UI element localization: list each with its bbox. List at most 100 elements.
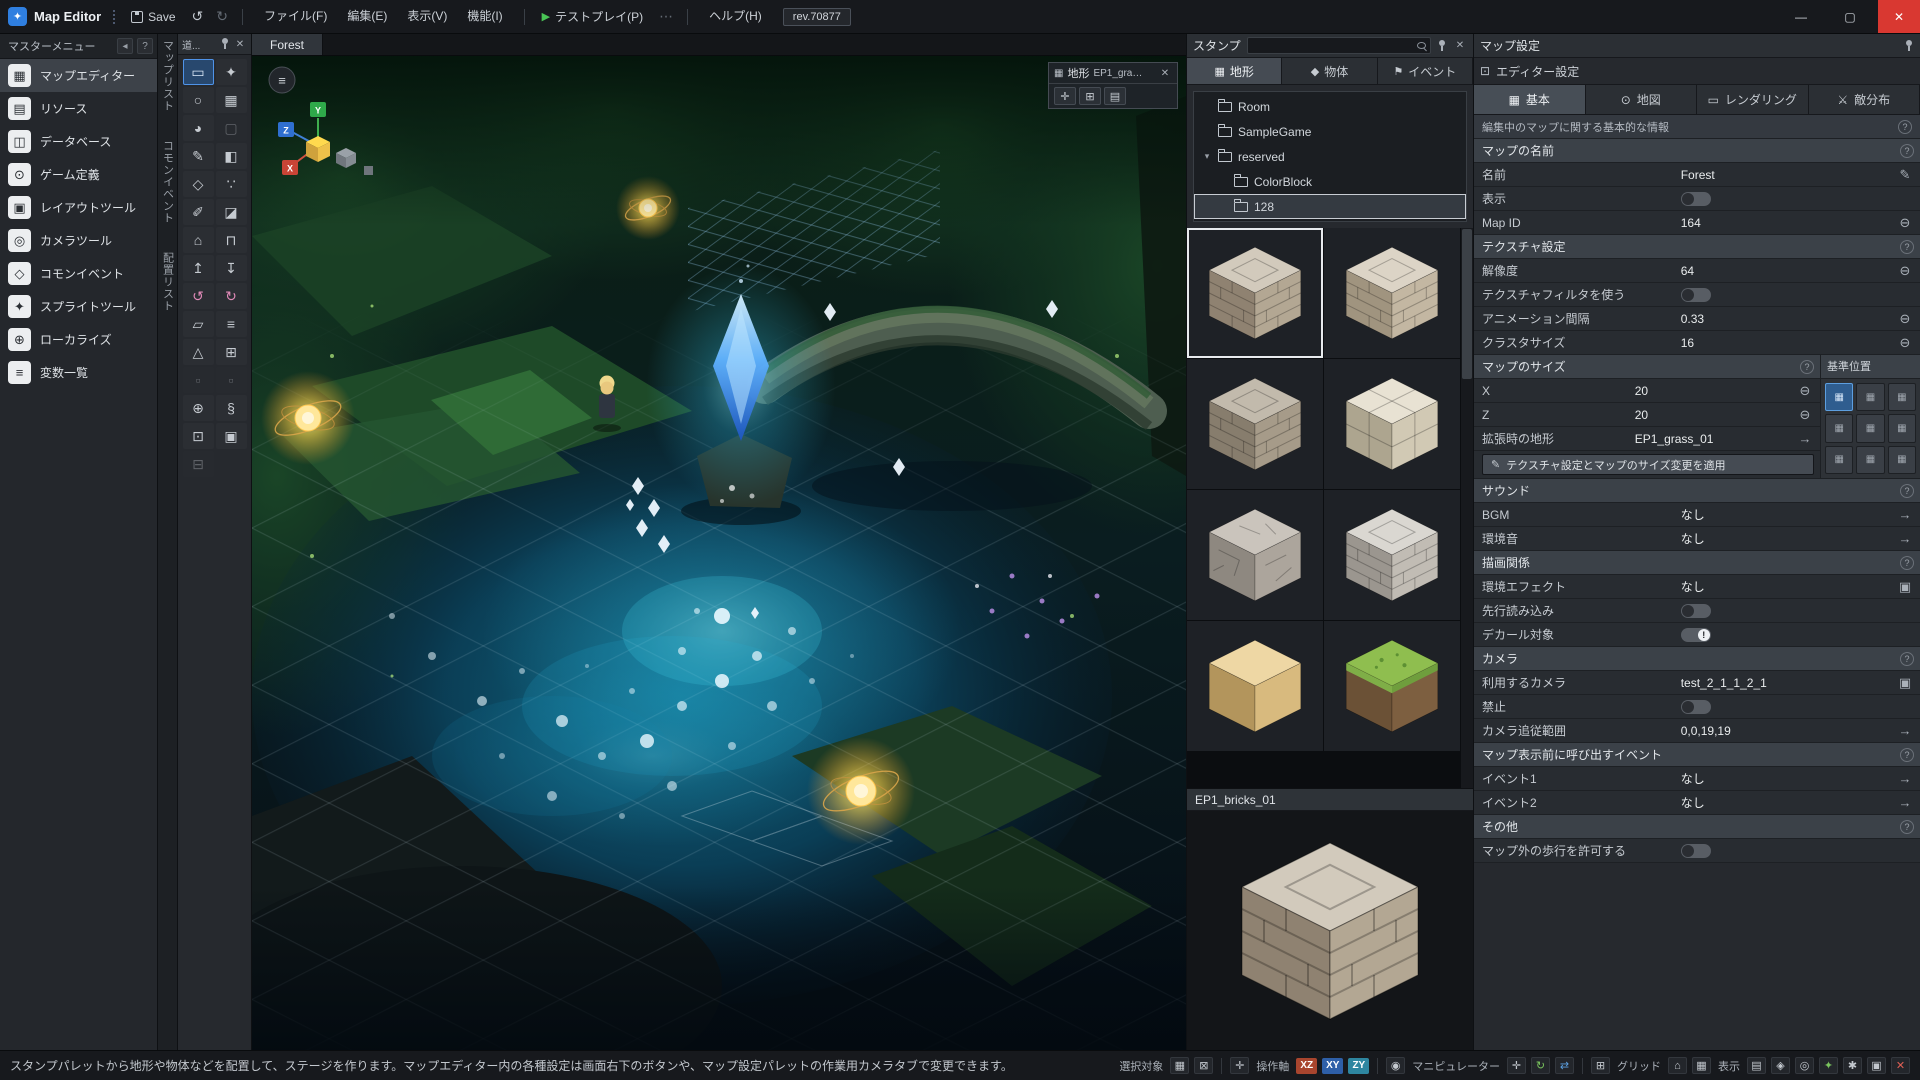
display-mode-icon[interactable]: ▤ xyxy=(1747,1057,1766,1074)
close-button[interactable]: ✕ xyxy=(1878,0,1920,33)
effects-icon[interactable]: ✦ xyxy=(1819,1057,1838,1074)
stamp-tab-event[interactable]: ⚑イベント xyxy=(1378,58,1473,84)
tree-node-reserved[interactable]: ▾reserved xyxy=(1194,144,1466,169)
help-button[interactable]: ? xyxy=(137,38,153,54)
sidebar-item-sprite-tool[interactable]: ✦スプライトツール xyxy=(0,290,157,323)
sidebar-item-game-define[interactable]: ⊙ゲーム定義 xyxy=(0,158,157,191)
stamp-item-tiles[interactable] xyxy=(1324,359,1460,489)
pin-icon[interactable] xyxy=(1437,40,1447,52)
settings-tab-basic[interactable]: ▦基本 xyxy=(1474,85,1586,114)
trail-stepper-icon[interactable]: ⊖ xyxy=(1896,263,1914,279)
menu-view[interactable]: 表示(V) xyxy=(397,0,457,33)
selection-stamp-icon[interactable]: ▦ xyxy=(1170,1057,1189,1074)
xy-axis-badge[interactable]: XY xyxy=(1322,1058,1343,1074)
base-position-9[interactable]: ▦ xyxy=(1888,446,1916,474)
sidebar-item-map-editor[interactable]: ▦マップエディター xyxy=(0,59,157,92)
help-icon[interactable]: ? xyxy=(1900,556,1914,570)
alert-icon[interactable]: ✕ xyxy=(1891,1057,1910,1074)
move-icon[interactable]: ✛ xyxy=(1507,1057,1526,1074)
trail-stepper-icon[interactable]: ⊖ xyxy=(1896,215,1914,231)
help-icon[interactable]: ? xyxy=(1900,484,1914,498)
home-icon[interactable]: ⌂ xyxy=(1668,1057,1687,1074)
stamp-item-stone-bricks[interactable] xyxy=(1187,359,1323,489)
stamp-search-input[interactable] xyxy=(1252,40,1413,52)
stamp-tab-object[interactable]: ◆物体 xyxy=(1282,58,1377,84)
trail-stepper-icon[interactable]: ⊖ xyxy=(1796,383,1814,399)
stamp-item-gray-bricks[interactable] xyxy=(1324,490,1460,620)
table-icon[interactable]: ▦ xyxy=(1692,1057,1711,1074)
trail-arrow-icon[interactable]: → xyxy=(1896,771,1914,786)
globe-tool[interactable]: ⊕ xyxy=(183,395,214,421)
base-position-3[interactable]: ▦ xyxy=(1888,383,1916,411)
rotate-ccw-tool[interactable]: ↺ xyxy=(183,283,214,309)
magic-wand-tool[interactable]: ✦ xyxy=(216,59,247,85)
collapse-button[interactable]: ◂ xyxy=(117,38,133,54)
selection-lock-icon[interactable]: ⊠ xyxy=(1194,1057,1213,1074)
base-position-8[interactable]: ▦ xyxy=(1856,446,1884,474)
section-tool[interactable]: § xyxy=(216,395,247,421)
stamp-item-grass[interactable] xyxy=(1324,621,1460,751)
preload-toggle[interactable] xyxy=(1681,604,1711,618)
scrollbar-thumb[interactable] xyxy=(1462,229,1472,379)
side-tab-common-event-list[interactable]: コモンイベント xyxy=(160,140,176,224)
help-icon[interactable]: ? xyxy=(1900,144,1914,158)
viewport-tab-forest[interactable]: Forest xyxy=(252,34,323,55)
clipboard-icon[interactable]: ▤ xyxy=(1104,87,1126,105)
decal-target-toggle[interactable]: ! xyxy=(1681,628,1711,642)
user-icon[interactable]: ◉ xyxy=(1386,1057,1405,1074)
close-icon[interactable]: ✕ xyxy=(233,37,247,51)
paste-tool[interactable]: ▫ xyxy=(216,367,247,393)
layers-tool[interactable]: ≡ xyxy=(216,311,247,337)
sidebar-item-database[interactable]: ◫データベース xyxy=(0,125,157,158)
settings-tab-rendering[interactable]: ▭レンダリング xyxy=(1697,85,1809,114)
apply-texture-size-button[interactable]: ✎テクスチャ設定とマップのサイズ変更を適用 xyxy=(1482,454,1814,475)
tools-icon[interactable]: ✱ xyxy=(1843,1057,1862,1074)
fill-tool[interactable]: ◧ xyxy=(216,143,247,169)
menu-help[interactable]: ヘルプ(H) xyxy=(699,0,772,33)
raise-tool[interactable]: ↥ xyxy=(183,255,214,281)
trash-tool[interactable]: ⊟ xyxy=(183,451,214,477)
rotate-icon[interactable]: ↻ xyxy=(1531,1057,1550,1074)
help-icon[interactable]: ? xyxy=(1900,652,1914,666)
trail-stepper-icon[interactable]: ⊖ xyxy=(1896,311,1914,327)
box-select-tool[interactable]: ▢ xyxy=(216,115,247,141)
base-position-1[interactable]: ▦ xyxy=(1825,383,1853,411)
select-rect-tool[interactable]: ▭ xyxy=(183,59,214,85)
lasso-select-tool[interactable]: ○ xyxy=(183,87,214,113)
side-tab-placement-list[interactable]: 配置リスト xyxy=(160,252,176,312)
settings-tab-enemy[interactable]: ⚔敵分布 xyxy=(1809,85,1920,114)
rotate-cw-tool[interactable]: ↻ xyxy=(216,283,247,309)
signpost-tool[interactable]: ⊓ xyxy=(216,227,247,253)
tree-node-colorblock[interactable]: ColorBlock xyxy=(1194,169,1466,194)
editor-settings-button[interactable]: ⊡ エディター設定 xyxy=(1480,63,1579,80)
trail-arrow-icon[interactable]: → xyxy=(1896,723,1914,738)
trail-pencil-icon[interactable]: ✎ xyxy=(1896,167,1914,183)
overlay-close-icon[interactable]: ✕ xyxy=(1158,66,1172,80)
scale-icon[interactable]: ⇄ xyxy=(1555,1057,1574,1074)
axis-icon[interactable]: ✛ xyxy=(1230,1057,1249,1074)
sidebar-item-camera-tool[interactable]: ◎カメラツール xyxy=(0,224,157,257)
building-tool[interactable]: ⌂ xyxy=(183,227,214,253)
pipette-tool[interactable]: ✐ xyxy=(183,199,214,225)
close-icon[interactable]: ✕ xyxy=(1453,39,1467,53)
panels-icon[interactable]: ▣ xyxy=(1867,1057,1886,1074)
base-position-5[interactable]: ▦ xyxy=(1856,414,1884,442)
scene-canvas[interactable]: ≡ Y Z X xyxy=(252,56,1186,1050)
trail-stepper-icon[interactable]: ⊖ xyxy=(1796,407,1814,423)
stamp-item-rough-stone[interactable] xyxy=(1187,490,1323,620)
base-position-6[interactable]: ▦ xyxy=(1888,414,1916,442)
menu-edit[interactable]: 編集(E) xyxy=(337,0,397,33)
spray-tool[interactable]: ∵ xyxy=(216,171,247,197)
pen-tool[interactable]: ✎ xyxy=(183,143,214,169)
help-icon[interactable]: ? xyxy=(1900,820,1914,834)
trail-arrow-icon[interactable]: → xyxy=(1896,507,1914,522)
sidebar-item-common-event[interactable]: ◇コモンイベント xyxy=(0,257,157,290)
undo-icon[interactable]: ↺ xyxy=(189,8,207,25)
wedge-tool[interactable]: △ xyxy=(183,339,214,365)
redo-icon[interactable]: ↻ xyxy=(213,8,231,25)
sidebar-item-variables[interactable]: ≡変数一覧 xyxy=(0,356,157,389)
base-position-7[interactable]: ▦ xyxy=(1825,446,1853,474)
scrollbar[interactable] xyxy=(1460,228,1473,788)
slope-tool[interactable]: ◪ xyxy=(216,199,247,225)
pin-icon[interactable] xyxy=(220,38,230,50)
